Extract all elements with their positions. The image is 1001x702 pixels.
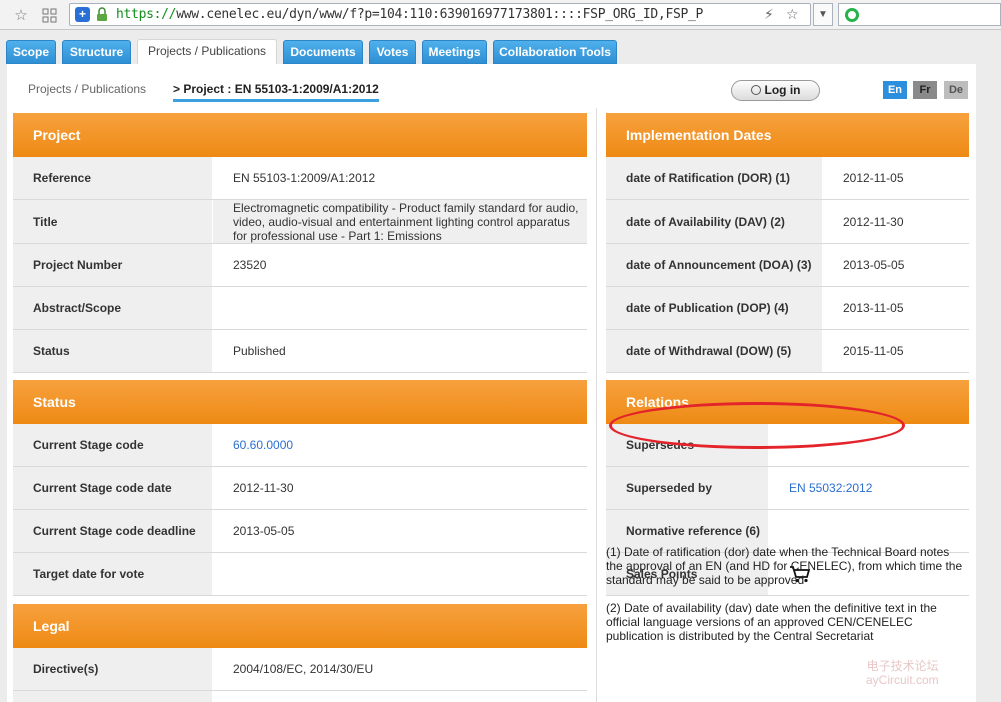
row-label: Abstract/Scope <box>13 287 212 329</box>
lang-en-button[interactable]: En <box>883 81 907 99</box>
tab-projects-publications[interactable]: Projects / Publications <box>137 39 277 65</box>
project-row-title: Title Electromagnetic compatibility - Pr… <box>13 200 587 244</box>
relations-row-superseded-by: Superseded by EN 55032:2012 <box>606 467 969 510</box>
project-row-status: Status Published <box>13 330 587 373</box>
row-value: EN 55103-1:2009/A1:2012 <box>233 171 376 185</box>
row-value: 2013-11-05 <box>843 301 904 315</box>
status-row-stage-code: Current Stage code 60.60.0000 <box>13 424 587 467</box>
browser-toolbar: ☆ + https://www.cenelec.eu/dyn/www/f?p=1… <box>0 0 1001 30</box>
breadcrumb-root[interactable]: Projects / Publications <box>28 82 146 96</box>
status-row-stage-deadline: Current Stage code deadline 2013-05-05 <box>13 510 587 553</box>
row-label: Project Number <box>13 244 212 286</box>
address-bar[interactable]: + https://www.cenelec.eu/dyn/www/f?p=104… <box>69 3 811 26</box>
project-row-number: Project Number 23520 <box>13 244 587 287</box>
star-icon[interactable]: ☆ <box>11 5 31 25</box>
stage-code-link[interactable]: 60.60.0000 <box>213 424 587 466</box>
row-label: Current Stage code <box>13 424 212 466</box>
impl-row-dor: date of Ratification (DOR) (1) 2012-11-0… <box>606 157 969 200</box>
impl-row-dop: date of Publication (DOP) (4) 2013-11-05 <box>606 287 969 330</box>
status-row-stage-date: Current Stage code date 2012-11-30 <box>13 467 587 510</box>
url-text[interactable]: https://www.cenelec.eu/dyn/www/f?p=104:1… <box>116 7 703 22</box>
footnote-2: (2) Date of availability (dav) date when… <box>606 601 937 643</box>
project-row-reference: Reference EN 55103-1:2009/A1:2012 <box>13 157 587 200</box>
row-label: Title <box>13 200 212 243</box>
lang-fr-button[interactable]: Fr <box>913 81 937 99</box>
impl-row-dav: date of Availability (DAV) (2) 2012-11-3… <box>606 200 969 244</box>
legal-row-directives: Directive(s) 2004/108/EC, 2014/30/EU <box>13 648 587 691</box>
watermark-line2: ayCircuit.com <box>866 673 939 687</box>
project-heading: Project <box>13 113 587 157</box>
watermark: 电子技术论坛 ayCircuit.com <box>866 659 939 687</box>
row-label: Directive(s) <box>13 648 212 690</box>
impl-row-dow: date of Withdrawal (DOW) (5) 2015-11-05 <box>606 330 969 373</box>
row-label: date of Publication (DOP) (4) <box>606 287 822 329</box>
row-label: Status <box>13 330 212 372</box>
superseded-by-link[interactable]: EN 55032:2012 <box>769 467 969 509</box>
impl-row-doa: date of Announcement (DOA) (3) 2013-05-0… <box>606 244 969 287</box>
lock-icon[interactable] <box>96 7 108 22</box>
tab-structure[interactable]: Structure <box>62 40 131 64</box>
row-value: 2012-11-30 <box>233 481 294 495</box>
tab-meetings[interactable]: Meetings <box>422 40 487 64</box>
lang-de-button[interactable]: De <box>944 81 968 99</box>
implementation-heading: Implementation Dates <box>606 113 969 157</box>
legal-row-next <box>13 691 587 702</box>
status-heading: Status <box>13 380 587 424</box>
row-label: Current Stage code deadline <box>13 510 212 552</box>
login-button[interactable]: Log in <box>731 80 820 101</box>
row-value: 2015-11-05 <box>843 344 904 358</box>
row-value: Published <box>233 344 286 358</box>
login-lock-icon <box>750 85 761 95</box>
row-value: Electromagnetic compatibility - Product … <box>213 200 587 243</box>
row-value: 2013-05-05 <box>233 524 295 538</box>
shield-icon[interactable]: + <box>75 7 90 22</box>
main-tabs: Scope Structure Projects / Publications … <box>0 31 1001 66</box>
row-value: 2012-11-30 <box>843 214 904 229</box>
project-row-abstract: Abstract/Scope <box>13 287 587 330</box>
grid-icon[interactable] <box>39 5 59 25</box>
dropdown-icon[interactable]: ▼ <box>813 3 833 26</box>
bolt-icon[interactable]: ⚡ <box>764 6 774 23</box>
footnote-1: (1) Date of ratification (dor) date when… <box>606 545 963 587</box>
search-box[interactable] <box>838 3 1001 26</box>
legal-heading: Legal <box>13 604 587 648</box>
row-label: Reference <box>13 157 212 199</box>
row-label: date of Ratification (DOR) (1) <box>606 157 822 199</box>
row-label <box>13 691 212 702</box>
row-value: 23520 <box>233 258 267 272</box>
watermark-line1: 电子技术论坛 <box>866 659 939 673</box>
footnotes: (1) Date of ratification (dor) date when… <box>606 545 966 657</box>
tab-collaboration-tools[interactable]: Collaboration Tools <box>493 40 617 64</box>
row-label: date of Availability (DAV) (2) <box>606 200 822 243</box>
breadcrumb-current: > Project : EN 55103-1:2009/A1:2012 <box>173 82 379 102</box>
row-label: Current Stage code date <box>13 467 212 509</box>
tab-votes[interactable]: Votes <box>369 40 416 64</box>
status-row-target-vote: Target date for vote <box>13 553 587 596</box>
row-value <box>213 287 587 329</box>
row-label: Target date for vote <box>13 553 212 595</box>
row-value: 2012-11-05 <box>843 171 904 185</box>
tab-documents[interactable]: Documents <box>283 40 363 64</box>
highlight-annotation <box>609 402 905 449</box>
tab-scope[interactable]: Scope <box>6 40 56 64</box>
row-value: 2013-05-05 <box>843 258 905 272</box>
row-value <box>213 553 587 595</box>
column-divider <box>596 108 597 702</box>
search-engine-icon <box>845 8 859 22</box>
row-label: Superseded by <box>606 467 768 509</box>
row-label: date of Withdrawal (DOW) (5) <box>606 330 822 372</box>
row-label: date of Announcement (DOA) (3) <box>606 244 822 286</box>
bookmark-star-icon[interactable]: ☆ <box>786 6 799 23</box>
row-value: 2004/108/EC, 2014/30/EU <box>233 662 374 676</box>
